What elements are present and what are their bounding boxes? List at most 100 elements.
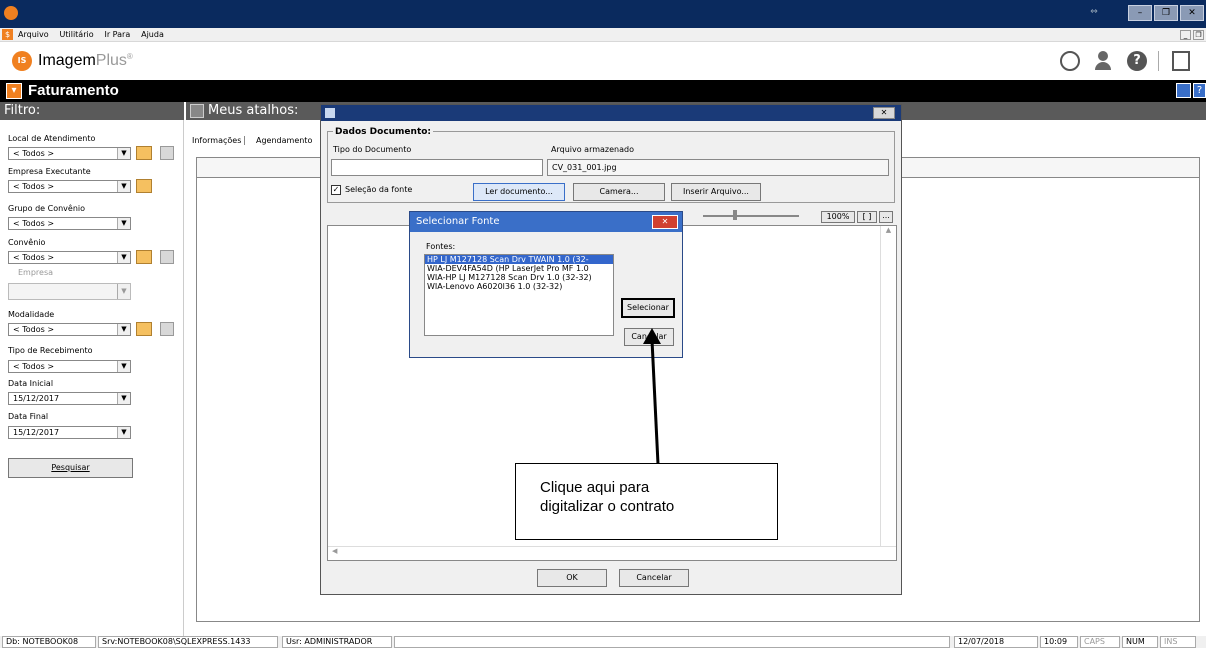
restore-wide-button[interactable]: ⇔ (1082, 5, 1106, 21)
status-srv: Srv:NOTEBOOK08\SQLEXPRESS.1433 (98, 636, 278, 648)
convenio-select[interactable]: < Todos > ▼ (8, 251, 131, 264)
status-time: 10:09 (1040, 636, 1078, 648)
dialog-close-button[interactable]: ✕ (873, 107, 895, 119)
source-item-selected[interactable]: HP LJ M127128 Scan Drv TWAIN 1.0 (32- (425, 255, 613, 264)
sources-list[interactable]: HP LJ M127128 Scan Drv TWAIN 1.0 (32- WI… (424, 254, 614, 336)
shortcuts-title: Meus atalhos: (208, 103, 299, 118)
preview-vscrollbar[interactable]: ▲ (880, 226, 896, 546)
convenio-label: Convênio (8, 238, 46, 247)
source-item[interactable]: WIA-Lenovo A6020l36 1.0 (32-32) (425, 282, 613, 291)
fit-button[interactable]: [ ] (857, 211, 877, 223)
minimize-button[interactable]: – (1128, 5, 1152, 21)
empresa-exec-label: Empresa Executante (8, 167, 91, 176)
menu-utilitario[interactable]: Utilitário (60, 30, 94, 39)
module-icon: ▾ (6, 83, 22, 99)
tipo-doc-label: Tipo do Documento (333, 145, 412, 154)
source-item[interactable]: WIA-DEV4FA54D (HP LaserJet Pro MF 1.0 (425, 264, 613, 273)
preview-hscrollbar[interactable]: ◀ (328, 546, 896, 560)
status-caps: CAPS (1080, 636, 1120, 648)
convenio-lightning-button[interactable] (136, 250, 152, 264)
menu-ir-para[interactable]: Ir Para (104, 30, 130, 39)
arquivo-label: Arquivo armazenado (551, 145, 634, 154)
select-source-title: Selecionar Fonte (416, 216, 500, 227)
inserir-arquivo-button[interactable]: Inserir Arquivo... (671, 183, 761, 201)
grupo-label: Grupo de Convênio (8, 204, 86, 213)
menu-arquivo[interactable]: Arquivo (18, 30, 49, 39)
menu-bar: $ Arquivo Utilitário Ir Para Ajuda _ ❐ (0, 28, 1206, 42)
shortcuts-tab-agendamento[interactable]: Agendamento (256, 136, 312, 145)
help-icon[interactable]: ? (1127, 51, 1147, 71)
globe-icon[interactable] (1060, 51, 1080, 71)
ok-button[interactable]: OK (537, 569, 607, 587)
modalidade-label: Modalidade (8, 310, 55, 319)
menu-app-icon: $ (2, 29, 13, 40)
modalidade-select[interactable]: < Todos > ▼ (8, 323, 131, 336)
page-title: Faturamento (28, 82, 119, 99)
tipo-receb-label: Tipo de Recebimento (8, 346, 93, 355)
menu-ajuda[interactable]: Ajuda (141, 30, 164, 39)
window-title-bar: ⇔ – ❐ ✕ (0, 0, 1206, 28)
module-help-icon[interactable]: ? (1193, 83, 1206, 98)
logo-text: ImagemPlus® (38, 52, 133, 69)
selecionar-button[interactable]: Selecionar (621, 298, 675, 318)
module-config-icon[interactable] (1176, 83, 1191, 98)
callout-line-2: digitalizar o contrato (540, 498, 675, 515)
filter-panel: Local de Atendimento < Todos > ▼ Empresa … (0, 120, 184, 636)
selecao-fonte-checkbox[interactable]: ✓ (331, 185, 341, 195)
local-list-button[interactable] (160, 146, 174, 160)
logo-bar: IS ImagemPlus® ? (0, 42, 1206, 80)
status-num: NUM (1122, 636, 1158, 648)
data-inicial-label: Data Inicial (8, 379, 54, 388)
camera-button[interactable]: Camera... (573, 183, 665, 201)
dados-documento-title: Dados Documento: (333, 127, 434, 137)
zoom-slider[interactable] (703, 215, 799, 217)
module-header: ▾ Faturamento ? (0, 80, 1206, 102)
grupo-select[interactable]: < Todos > ▼ (8, 217, 131, 230)
tipo-receb-select[interactable]: < Todos > ▼ (8, 360, 131, 373)
empresa-exec-lightning-button[interactable] (136, 179, 152, 193)
pesquisar-button[interactable]: Pesquisar (8, 458, 133, 478)
fontes-label: Fontes: (426, 242, 456, 251)
exit-icon[interactable] (1172, 51, 1190, 71)
source-item[interactable]: WIA-HP LJ M127128 Scan Drv 1.0 (32-32) (425, 273, 613, 282)
cancelar-button[interactable]: Cancelar (619, 569, 689, 587)
status-db: Db: NOTEBOOK08 (2, 636, 96, 648)
arquivo-input: CV_031_001.jpg (547, 159, 889, 176)
app-icon (4, 6, 18, 20)
close-button[interactable]: ✕ (1180, 5, 1204, 21)
maximize-button[interactable]: ❐ (1154, 5, 1178, 21)
filter-title: Filtro: (0, 102, 184, 120)
separator-line (1158, 51, 1159, 71)
tipo-doc-input[interactable] (331, 159, 543, 176)
support-agent-icon[interactable] (1093, 51, 1113, 71)
callout-line-1: Clique aqui para (540, 479, 650, 496)
data-inicial-input[interactable]: 15/12/2017 ▼ (8, 392, 131, 405)
selecao-fonte-label: Seleção da fonte (345, 185, 413, 194)
shortcuts-icon (190, 104, 204, 118)
ler-documento-button[interactable]: Ler documento... (473, 183, 565, 201)
local-lightning-button[interactable] (136, 146, 152, 160)
convenio-list-button[interactable] (160, 250, 174, 264)
select-source-close-button[interactable]: ✕ (652, 215, 678, 229)
more-button[interactable]: ... (879, 211, 893, 223)
data-final-label: Data Final (8, 412, 49, 421)
dialog-title-bar: ✕ (321, 105, 901, 121)
modalidade-lightning-button[interactable] (136, 322, 152, 336)
local-label: Local de Atendimento (8, 134, 96, 143)
mdi-minimize-button[interactable]: _ (1180, 30, 1191, 40)
empresa-label: Empresa (18, 268, 54, 277)
select-source-title-bar: Selecionar Fonte ✕ (410, 212, 682, 232)
dialog-app-icon (325, 108, 335, 118)
modalidade-list-button[interactable] (160, 322, 174, 336)
data-final-input[interactable]: 15/12/2017 ▼ (8, 426, 131, 439)
zoom-slider-thumb[interactable] (733, 210, 737, 220)
status-usr: Usr: ADMINISTRADOR (282, 636, 392, 648)
mdi-restore-button[interactable]: ❐ (1193, 30, 1204, 40)
status-bar: Db: NOTEBOOK08 Srv:NOTEBOOK08\SQLEXPRESS… (0, 636, 1206, 648)
status-spacer (394, 636, 950, 648)
logo-icon: IS (12, 51, 32, 71)
local-select[interactable]: < Todos > ▼ (8, 147, 131, 160)
empresa-exec-select[interactable]: < Todos > ▼ (8, 180, 131, 193)
shortcuts-tab-informacoes[interactable]: Informações (192, 136, 246, 145)
status-ins: INS (1160, 636, 1196, 648)
